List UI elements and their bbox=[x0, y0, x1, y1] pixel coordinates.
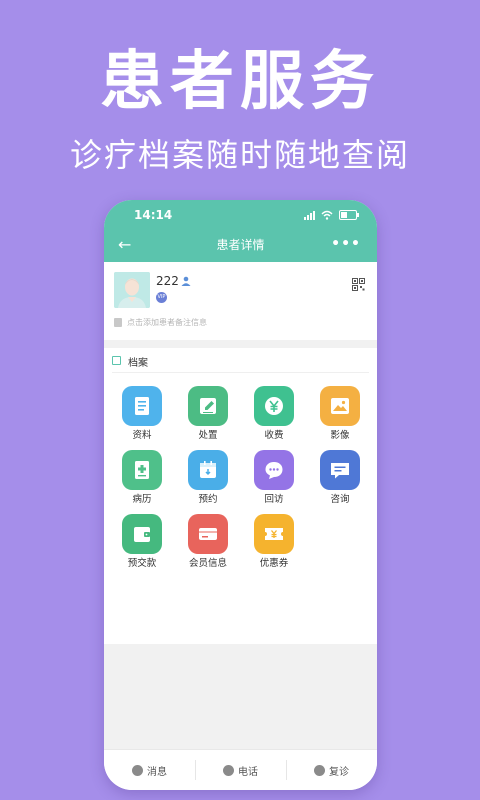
avatar[interactable] bbox=[114, 272, 150, 308]
message-label: 消息 bbox=[147, 766, 167, 778]
revisit-icon bbox=[314, 764, 325, 776]
bottom-action-bar: 消息 电话 复诊 bbox=[104, 749, 377, 790]
archive-item-label: 优惠券 bbox=[259, 558, 289, 569]
archive-divider bbox=[112, 372, 369, 373]
image-icon bbox=[320, 386, 360, 426]
archive-item-imaging[interactable]: 影像 bbox=[308, 386, 372, 446]
archive-item-charges[interactable]: 收费 bbox=[242, 386, 306, 446]
archive-item-prepayment[interactable]: 预交款 bbox=[110, 514, 174, 574]
archive-item-label: 预约 bbox=[198, 494, 218, 505]
archive-item-label: 预交款 bbox=[127, 558, 157, 569]
promo-title: 患者服务 bbox=[100, 45, 380, 119]
phone-label: 电话 bbox=[238, 766, 258, 778]
person-icon bbox=[181, 276, 191, 286]
yen-coin-icon bbox=[254, 386, 294, 426]
edit-icon bbox=[188, 386, 228, 426]
section-divider bbox=[104, 340, 377, 348]
phone-icon bbox=[223, 764, 234, 776]
message-icon bbox=[132, 764, 143, 776]
archive-item-label: 会员信息 bbox=[188, 558, 227, 569]
archive-item-treatment[interactable]: 处置 bbox=[176, 386, 240, 446]
archive-item-label: 资料 bbox=[132, 430, 152, 441]
nav-bar: ← 患者详情 ••• bbox=[104, 234, 377, 256]
archive-item-label: 咨询 bbox=[330, 494, 350, 505]
coupon-icon bbox=[254, 514, 294, 554]
patient-name: 222 bbox=[156, 274, 179, 288]
avatar-person-icon bbox=[114, 272, 150, 308]
status-bar: 14:14 bbox=[104, 208, 377, 224]
promo-subtitle: 诊疗档案随时随地查阅 bbox=[69, 136, 410, 174]
battery-icon bbox=[339, 210, 359, 220]
top-bar: 14:14 ← 患者详情 ••• bbox=[104, 200, 377, 262]
archive-section: 档案 资料 处置 收费 影像 病历 预约 回访 咨询 预交款 会员信息 优惠券 bbox=[104, 348, 377, 644]
note-icon bbox=[114, 318, 122, 327]
revisit-button[interactable]: 复诊 bbox=[286, 750, 377, 790]
document-icon bbox=[122, 386, 162, 426]
signal-icon bbox=[304, 210, 315, 220]
empty-area bbox=[104, 644, 377, 750]
phone-frame: 14:14 ← 患者详情 ••• 222 VIP 点击添加患者备注信息 档案 资… bbox=[104, 200, 377, 790]
note-placeholder[interactable]: 点击添加患者备注信息 bbox=[127, 317, 207, 328]
chat-bubble-icon bbox=[254, 450, 294, 490]
message-icon bbox=[320, 450, 360, 490]
status-icons bbox=[304, 210, 359, 220]
patient-card[interactable]: 222 VIP 点击添加患者备注信息 bbox=[104, 262, 377, 340]
qr-code-icon[interactable] bbox=[352, 278, 365, 291]
archive-item-label: 病历 bbox=[132, 494, 152, 505]
phone-button[interactable]: 电话 bbox=[195, 750, 286, 790]
medical-record-icon bbox=[122, 450, 162, 490]
archive-item-consultation[interactable]: 咨询 bbox=[308, 450, 372, 510]
archive-icon bbox=[112, 356, 121, 365]
wallet-icon bbox=[122, 514, 162, 554]
archive-item-coupon[interactable]: 优惠券 bbox=[242, 514, 306, 574]
status-time: 14:14 bbox=[134, 208, 173, 222]
vip-badge: VIP bbox=[156, 292, 167, 303]
more-menu-icon[interactable]: ••• bbox=[331, 234, 361, 254]
archive-item-label: 处置 bbox=[198, 430, 218, 441]
archive-item-label: 收费 bbox=[264, 430, 284, 441]
archive-item-profile[interactable]: 资料 bbox=[110, 386, 174, 446]
archive-item-label: 影像 bbox=[330, 430, 350, 441]
archive-item-appointment[interactable]: 预约 bbox=[176, 450, 240, 510]
calendar-icon bbox=[188, 450, 228, 490]
archive-item-membership[interactable]: 会员信息 bbox=[176, 514, 240, 574]
wifi-icon bbox=[321, 210, 333, 220]
revisit-label: 复诊 bbox=[329, 766, 349, 778]
archive-title: 档案 bbox=[128, 358, 148, 369]
archive-item-follow-up[interactable]: 回访 bbox=[242, 450, 306, 510]
message-button[interactable]: 消息 bbox=[104, 750, 195, 790]
archive-item-medical-record[interactable]: 病历 bbox=[110, 450, 174, 510]
card-icon bbox=[188, 514, 228, 554]
archive-item-label: 回访 bbox=[264, 494, 284, 505]
